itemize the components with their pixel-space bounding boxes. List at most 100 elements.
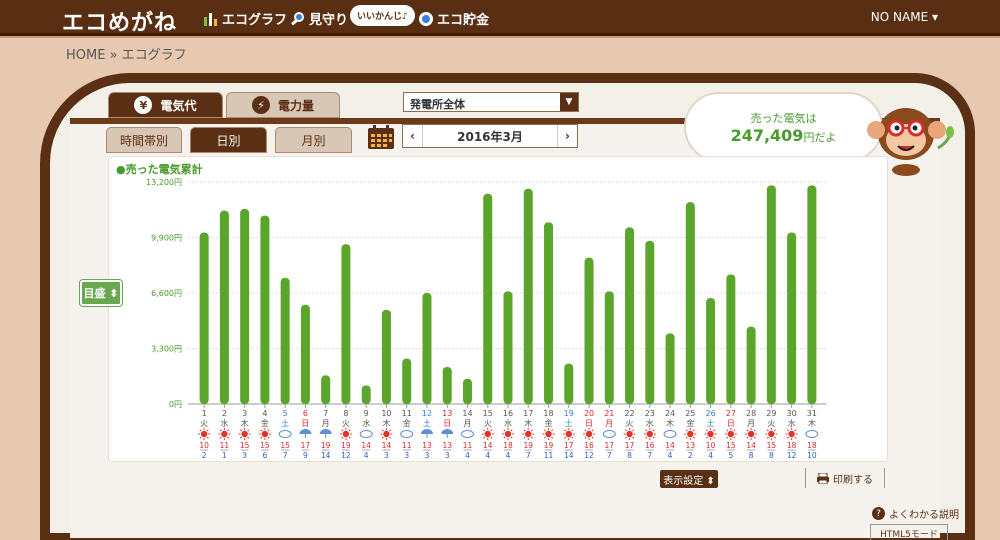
bar-day-26 [706,298,716,404]
bar-day-25 [685,202,695,404]
x-tick-weekday: 月 [605,419,613,428]
x-tick-weekday: 土 [281,418,289,428]
x-tick-day: 4 [262,409,267,418]
nav-watch[interactable]: 見守り [290,9,348,28]
x-tick-weekday: 土 [423,418,431,428]
x-tick-weekday: 金 [403,418,411,428]
help-link[interactable]: ? よくわかる説明 [872,506,959,521]
sun-ray [206,429,209,432]
sun-ray [705,429,708,432]
sun-ray [543,436,546,439]
tab-power-amount[interactable]: ⚡ 電力量 [226,92,340,118]
sun-ray [389,429,392,432]
sun-icon [727,430,735,438]
plant-select[interactable]: 発電所全体 ▼ [403,92,579,112]
temp-low: 3 [445,451,450,460]
temp-low: 12 [341,451,351,460]
bar-day-20 [584,257,594,404]
next-month-button[interactable]: › [557,125,577,147]
temp-low: 4 [506,451,511,460]
sun-ray [348,436,351,439]
x-tick-weekday: 火 [342,419,350,428]
sun-ray [341,429,344,432]
sun-ray [381,429,384,432]
temp-high: 15 [240,441,250,450]
tab-electricity-cost[interactable]: ¥ 電気代 [108,92,223,118]
temp-low: 2 [688,451,693,460]
sun-ray [787,429,789,432]
user-menu[interactable]: NO NAME ▾ [871,10,938,24]
sun-ray [260,436,263,439]
html5-mode-button[interactable]: HTML5モード [870,524,948,540]
tab-daily[interactable]: 日別 [190,127,267,153]
sun-ray [746,436,749,439]
sun-icon [565,430,572,438]
calendar-icon[interactable] [367,124,395,150]
temp-high: 15 [280,441,290,450]
temp-high: 13 [686,441,696,450]
print-button[interactable]: 印刷する [805,468,885,488]
sun-icon [707,430,714,438]
cloud-icon [278,430,292,438]
x-tick-day: 22 [624,409,634,418]
sun-ray [766,436,769,439]
temp-low: 1 [222,451,227,460]
y-tick-label: 9,900円 [151,234,182,243]
temp-low: 8 [627,451,632,460]
sun-ray [219,436,222,439]
temp-high: 19 [523,441,533,450]
bar-day-19 [564,363,574,404]
nav-eco-graph[interactable]: エコグラフ [203,9,287,28]
sun-ray [530,436,533,439]
sun-ray [490,429,493,432]
temp-low: 4 [465,451,470,460]
tab-monthly[interactable]: 月別 [275,127,352,153]
temp-high: 17 [605,441,615,450]
sold-electricity-chart: 13,200円9,900円6,600円3,300円0円1火1022水1113木1… [146,178,826,460]
x-tick-day: 18 [543,409,553,418]
sun-ray [591,436,594,439]
x-tick-day: 31 [807,409,817,418]
sun-ray [381,436,384,439]
sun-icon [383,430,390,438]
help-label: よくわかる説明 [889,510,959,521]
sun-icon [504,430,512,438]
coin-icon [419,11,433,26]
sun-ray [787,436,789,439]
temp-high: 10 [706,441,716,450]
x-tick-day: 10 [381,409,391,418]
x-tick-day: 28 [746,409,756,418]
temp-high: 11 [463,441,473,450]
sun-icon [221,430,228,438]
bar-day-9 [361,385,371,404]
sun-ray [199,436,202,439]
prev-month-button[interactable]: ‹ [403,125,423,147]
x-tick-day: 6 [303,409,308,418]
sun-ray [571,429,574,432]
lightning-icon: ⚡ [251,96,270,114]
app-logo[interactable]: エコめがね [62,5,177,37]
bar-day-14 [462,378,472,404]
nav-eco-graph-label: エコグラフ [222,13,288,28]
nav-eco-savings[interactable]: エコ貯金 [418,9,489,28]
display-settings-button[interactable]: 表示設定 ⬍ [660,470,718,488]
sun-icon [200,430,208,438]
temp-high: 18 [807,441,817,450]
sun-ray [685,429,688,432]
sold-amount-line: 247,409円だよ [686,126,881,145]
sun-ray [705,436,708,439]
x-tick-day: 5 [283,409,288,418]
sun-ray [503,429,506,432]
temp-low: 7 [283,451,288,460]
sun-ray [260,429,263,432]
sun-ray [773,436,776,439]
tab-hourly[interactable]: 時間帯別 [106,127,182,153]
sold-unit: 円だよ [803,131,837,144]
sun-icon [687,430,694,438]
sun-ray [733,436,736,439]
temp-low: 3 [384,451,389,460]
sun-ray [645,429,648,432]
sun-ray [247,436,250,439]
x-tick-weekday: 火 [626,419,634,428]
temp-low: 8 [769,451,774,460]
